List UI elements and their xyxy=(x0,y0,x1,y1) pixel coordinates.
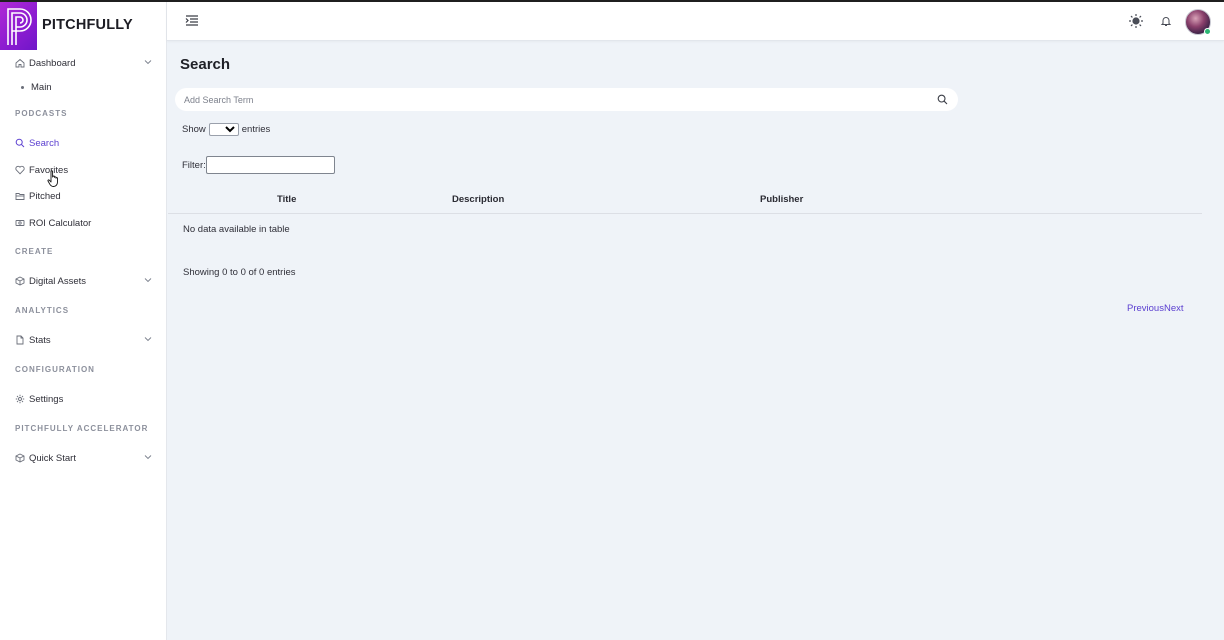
filter-input[interactable] xyxy=(205,156,335,174)
section-label-accelerator: PITCHFULLY ACCELERATOR xyxy=(15,424,149,433)
home-icon xyxy=(15,58,25,68)
sidebar-item-label: Pitched xyxy=(29,190,61,202)
sidebar-item-label: Quick Start xyxy=(29,452,76,464)
sidebar: PITCHFULLY Dashboard Main PODCASTS Searc… xyxy=(0,0,167,640)
search-icon xyxy=(15,138,25,148)
chevron-down-icon xyxy=(144,337,152,342)
entries-length-control: Show entries xyxy=(182,122,270,136)
sidebar-item-dashboard[interactable]: Dashboard xyxy=(15,55,155,71)
chevron-down-icon xyxy=(144,60,152,65)
sidebar-item-quick-start[interactable]: Quick Start xyxy=(15,450,155,466)
sidebar-item-label: Main xyxy=(31,81,52,93)
sidebar-item-label: Digital Assets xyxy=(29,275,87,287)
pitchfully-logo xyxy=(0,2,37,50)
gear-icon xyxy=(15,394,25,404)
next-button[interactable]: Next xyxy=(1164,303,1184,314)
sidebar-item-search[interactable]: Search xyxy=(15,135,155,151)
sidebar-item-roi-calculator[interactable]: ROI Calculator xyxy=(15,215,155,231)
folder-icon xyxy=(15,193,25,200)
sidebar-item-favorites[interactable]: Favorites xyxy=(15,162,155,178)
page-title: Search xyxy=(180,56,231,73)
file-icon xyxy=(16,335,24,345)
bullet-icon xyxy=(21,85,24,89)
filter-label: Filter: xyxy=(182,159,206,171)
sidebar-item-digital-assets[interactable]: Digital Assets xyxy=(15,273,155,289)
filter-control: Filter: xyxy=(182,156,335,174)
money-icon xyxy=(15,220,25,226)
entries-select[interactable] xyxy=(208,122,239,136)
notification-bell-icon[interactable] xyxy=(1160,15,1172,27)
sidebar-item-label: Search xyxy=(29,137,60,149)
section-label-create: CREATE xyxy=(15,247,54,256)
sidebar-item-settings[interactable]: Settings xyxy=(15,391,155,407)
brand[interactable]: PITCHFULLY xyxy=(0,2,166,50)
sidebar-item-label: Settings xyxy=(29,393,64,405)
package-icon xyxy=(15,276,25,286)
pagination: Previous Next xyxy=(1127,303,1184,314)
heart-icon xyxy=(15,165,25,175)
table-info: Showing 0 to 0 of 0 entries xyxy=(183,267,296,278)
top-header xyxy=(167,2,1224,41)
search-input[interactable] xyxy=(184,92,924,107)
section-label-analytics: ANALYTICS xyxy=(15,306,70,315)
package-icon xyxy=(15,453,25,463)
brand-name: PITCHFULLY xyxy=(42,17,133,33)
sidebar-item-label: Stats xyxy=(29,334,51,346)
table-header-divider xyxy=(168,213,1202,214)
section-label-podcasts: PODCASTS xyxy=(15,109,68,118)
sidebar-item-label: Dashboard xyxy=(29,57,76,69)
column-header-title[interactable]: Title xyxy=(277,194,296,205)
window-top-border xyxy=(0,0,1224,2)
chevron-down-icon xyxy=(144,278,152,283)
chevron-down-icon xyxy=(144,455,152,460)
column-header-description[interactable]: Description xyxy=(452,194,504,205)
search-icon[interactable] xyxy=(937,94,948,105)
show-label: Show xyxy=(182,123,206,135)
sidebar-subitem-main[interactable]: Main xyxy=(21,79,52,95)
previous-button[interactable]: Previous xyxy=(1127,303,1164,314)
table-empty-message: No data available in table xyxy=(183,224,290,235)
sidebar-item-stats[interactable]: Stats xyxy=(15,332,155,348)
sidebar-item-pitched[interactable]: Pitched xyxy=(15,188,155,204)
theme-toggle-sun-icon[interactable] xyxy=(1128,13,1144,29)
search-bar xyxy=(175,88,958,111)
menu-toggle-icon[interactable] xyxy=(185,14,199,28)
section-label-configuration: CONFIGURATION xyxy=(15,365,95,374)
hand-pointer-cursor-icon xyxy=(47,170,58,187)
entries-label: entries xyxy=(241,123,271,135)
online-status-dot xyxy=(1204,28,1211,35)
sidebar-item-label: ROI Calculator xyxy=(29,217,92,229)
column-header-publisher[interactable]: Publisher xyxy=(760,194,803,205)
